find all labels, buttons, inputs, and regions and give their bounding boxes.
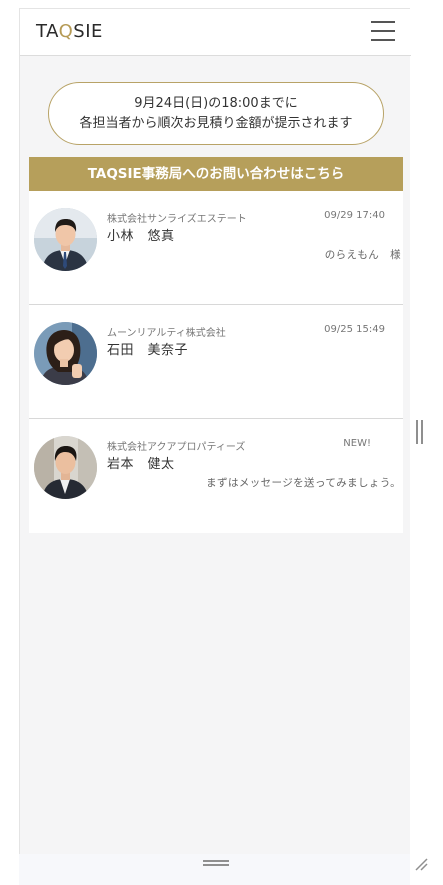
logo[interactable]: TAQSIE (36, 21, 103, 42)
side-resize-handle[interactable] (416, 420, 423, 444)
message-list-item[interactable]: 株式会社アクアプロパティーズ NEW! 岩本 健太 まずはメッセージを送ってみま… (29, 419, 403, 533)
hamburger-line (371, 39, 395, 41)
logo-text-suffix: SIE (73, 21, 103, 42)
hamburger-line (371, 30, 395, 32)
message-time: 09/25 15:49 (324, 324, 385, 335)
company-name: 株式会社アクアプロパティーズ (107, 442, 246, 453)
contact-office-button[interactable]: TAQSIE事務局へのお問い合わせはこちら (29, 157, 403, 191)
app-frame: TAQSIE 9月24日(日)の18:00までに 各担当者から順次お見積り金額が… (19, 8, 411, 854)
message-preview: のらえもん 様 (324, 249, 401, 261)
corner-resize-icon[interactable] (414, 856, 428, 871)
message-list: 株式会社サンライズエステート 09/29 17:40 小林 悠真 のらえもん 様 (29, 191, 403, 533)
avatar (34, 436, 97, 499)
message-list-item[interactable]: ムーンリアルティ株式会社 09/25 15:49 石田 美奈子 (29, 305, 403, 419)
avatar-man-office-icon (34, 436, 97, 499)
logo-text-prefix: TA (36, 21, 59, 42)
notice-line-2: 各担当者から順次お見積り金額が提示されます (79, 116, 353, 131)
agent-name: 岩本 健太 (107, 457, 175, 472)
viewport-bottom-strip (19, 854, 410, 885)
avatar (34, 322, 97, 385)
avatar (34, 208, 97, 271)
hamburger-line (371, 21, 395, 23)
agent-name: 小林 悠真 (107, 229, 175, 244)
hamburger-menu-icon[interactable] (371, 21, 395, 41)
message-time: 09/29 17:40 (324, 210, 385, 221)
deadline-notice: 9月24日(日)の18:00までに 各担当者から順次お見積り金額が提示されます (48, 82, 384, 145)
company-name: ムーンリアルティ株式会社 (107, 328, 226, 339)
message-preview: まずはメッセージを送ってみましょう。 (206, 477, 401, 489)
avatar-man-suit-icon (34, 208, 97, 271)
company-name: 株式会社サンライズエステート (107, 214, 247, 225)
bottom-resize-handle[interactable] (203, 860, 229, 866)
resize-grip-icon (415, 858, 428, 871)
new-badge: NEW! (343, 438, 371, 449)
app-header: TAQSIE (20, 9, 411, 56)
notice-line-1: 9月24日(日)の18:00までに (134, 96, 298, 111)
message-list-item[interactable]: 株式会社サンライズエステート 09/29 17:40 小林 悠真 のらえもん 様 (29, 191, 403, 305)
agent-name: 石田 美奈子 (107, 343, 189, 358)
logo-text-q: Q (58, 21, 74, 42)
avatar-woman-icon (34, 322, 97, 385)
